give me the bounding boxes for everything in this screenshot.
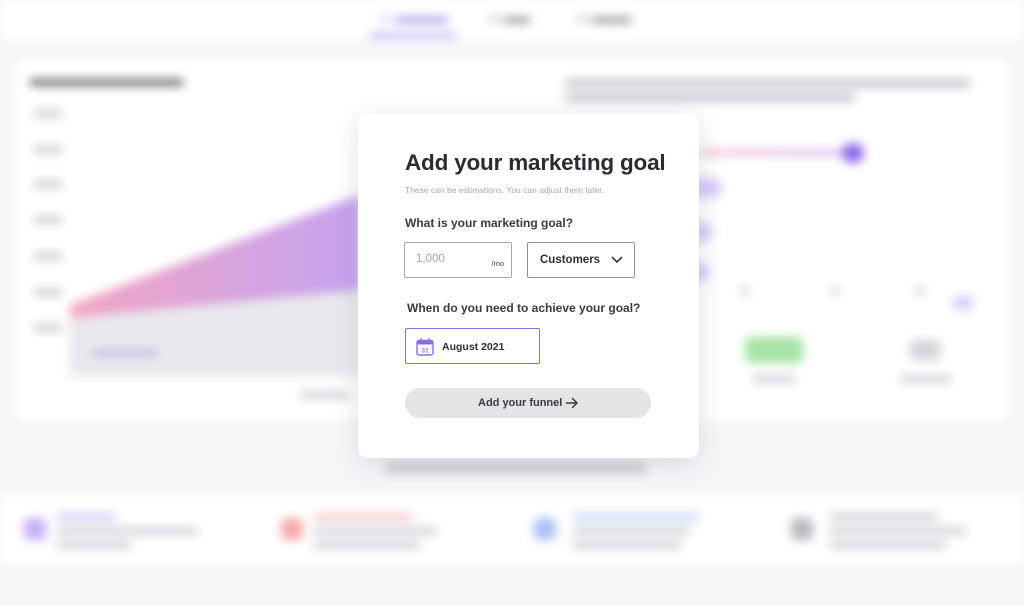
background-bottom-cards bbox=[0, 494, 1024, 566]
background-card-line bbox=[313, 514, 413, 520]
background-card-icon bbox=[534, 518, 556, 540]
background-slider-track bbox=[700, 150, 860, 155]
background-card-icon bbox=[281, 518, 303, 540]
background-dot bbox=[915, 288, 925, 294]
background-heading: ▬▬▬▬▬▬▬▬▬ bbox=[30, 70, 183, 89]
goal-question-label: What is your marketing goal? bbox=[405, 216, 574, 230]
background-dot bbox=[830, 288, 840, 294]
deadline-question-label: When do you need to achieve your goal? bbox=[407, 301, 641, 315]
y-tick bbox=[34, 146, 62, 153]
background-card-icon bbox=[24, 518, 46, 540]
active-tab-underline bbox=[370, 34, 456, 37]
background-card-line bbox=[829, 542, 947, 548]
modal-subtitle: These can be estimations. You can adjust… bbox=[405, 185, 604, 195]
chevron-down-icon bbox=[611, 256, 623, 263]
marketing-goal-modal: Add your marketing goal These can be est… bbox=[358, 114, 699, 458]
y-tick bbox=[34, 324, 62, 331]
deadline-date-picker[interactable]: 31 August 2021 bbox=[405, 328, 540, 364]
background-caption bbox=[752, 376, 796, 382]
background-card-line bbox=[829, 528, 967, 534]
axis-caption bbox=[300, 392, 350, 398]
y-tick bbox=[34, 181, 62, 188]
background-caption bbox=[900, 376, 952, 382]
background-grey-badge bbox=[910, 340, 940, 360]
background-card-line bbox=[313, 542, 421, 548]
calendar-day: 31 bbox=[421, 348, 429, 355]
background-green-badge bbox=[745, 337, 803, 363]
tab-3: ▭ ▬▬▬ bbox=[576, 10, 631, 25]
modal-title: Add your marketing goal bbox=[405, 150, 666, 175]
tab-2: ▭ ▬▬ bbox=[488, 10, 530, 25]
add-funnel-label: Add your funnel bbox=[478, 397, 563, 409]
background-card-line bbox=[56, 528, 198, 534]
per-month-unit: /mo bbox=[491, 259, 504, 268]
goal-amount-field[interactable]: /mo bbox=[404, 242, 512, 278]
background-pill bbox=[952, 296, 974, 310]
background-card-line bbox=[829, 514, 939, 520]
calendar-icon: 31 bbox=[416, 338, 434, 356]
y-tick bbox=[34, 289, 62, 296]
background-description bbox=[565, 80, 975, 108]
background-dot bbox=[740, 288, 750, 294]
background-card-line bbox=[572, 528, 690, 534]
background-card-line bbox=[572, 514, 700, 520]
background-midline bbox=[385, 464, 647, 472]
y-tick bbox=[34, 110, 62, 117]
background-card-line bbox=[313, 528, 437, 534]
deadline-value: August 2021 bbox=[442, 341, 505, 353]
add-funnel-button[interactable]: Add your funnel bbox=[405, 388, 651, 418]
arrow-right-icon bbox=[565, 397, 578, 409]
goal-amount-input[interactable] bbox=[416, 253, 486, 265]
background-slider-knob bbox=[842, 143, 864, 163]
goal-type-value: Customers bbox=[540, 254, 601, 266]
top-navigation: ▭ ▬▬▬▬ ▭ ▬▬ ▭ ▬▬▬ bbox=[0, 0, 1024, 40]
legend-line bbox=[92, 350, 158, 356]
background-card-line bbox=[572, 542, 682, 548]
tab-1: ▭ ▬▬▬▬ bbox=[380, 10, 448, 25]
background-card-line bbox=[56, 542, 132, 548]
background-card-icon bbox=[791, 518, 813, 540]
y-tick bbox=[34, 216, 62, 223]
goal-type-select[interactable]: Customers bbox=[527, 242, 635, 278]
background-card-line bbox=[56, 514, 116, 520]
axis-line bbox=[65, 376, 365, 377]
y-tick bbox=[34, 253, 62, 260]
